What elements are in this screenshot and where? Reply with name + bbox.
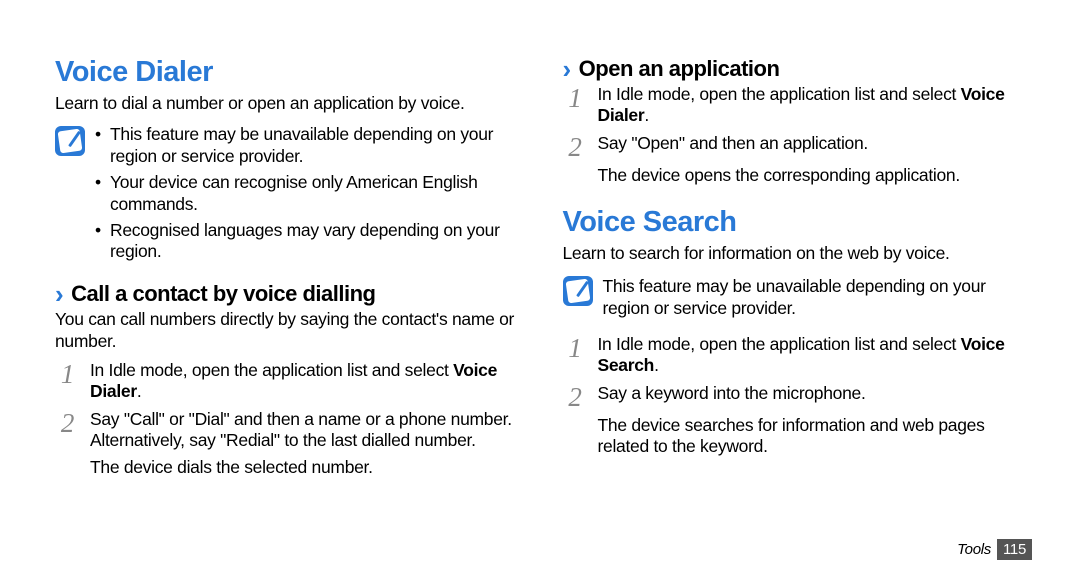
chevron-right-icon: › [55,281,63,307]
heading-voice-search: Voice Search [563,206,1036,239]
left-column: Voice Dialer Learn to dial a number or o… [55,56,528,485]
step-text: . [654,355,659,375]
subheading-text: Open an application [579,56,780,82]
step-1: 1 In Idle mode, open the application lis… [563,84,1036,127]
step-number: 2 [563,383,588,409]
subheading-call-contact: › Call a contact by voice dialling [55,281,528,307]
note-bullet: •Recognised languages may vary depending… [95,220,528,264]
lead-voice-search: Learn to search for information on the w… [563,243,1036,264]
note-box: This feature may be unavailable dependin… [563,274,1036,320]
note-icon [563,276,593,306]
step-2: 2 Say a keyword into the microphone. [563,383,1036,409]
step-continuation: The device dials the selected number. [90,457,528,478]
step-body: In Idle mode, open the application list … [598,84,1036,127]
manual-page: Voice Dialer Learn to dial a number or o… [0,0,1080,515]
footer-section: Tools [957,541,991,558]
heading-voice-dialer: Voice Dialer [55,56,528,89]
chevron-right-icon: › [563,56,571,82]
step-body: In Idle mode, open the application list … [598,334,1036,377]
subheading-text: Call a contact by voice dialling [71,281,375,307]
step-text: In Idle mode, open the application list … [598,334,961,354]
note-bullet: •Your device can recognise only American… [95,172,528,216]
note-text: Recognised languages may vary depending … [110,220,528,264]
step-body: Say a keyword into the microphone. [598,383,866,409]
step-text: In Idle mode, open the application list … [90,360,453,380]
right-column: › Open an application 1 In Idle mode, op… [563,56,1036,485]
step-number: 1 [563,334,588,377]
step-body: Say "Open" and then an application. [598,133,868,159]
note-text: This feature may be unavailable dependin… [110,124,528,168]
step-body: Say "Call" or "Dial" and then a name or … [90,409,528,452]
footer-page-number: 115 [997,539,1032,560]
step-number: 2 [55,409,80,452]
step-1: 1 In Idle mode, open the application lis… [55,360,528,403]
step-continuation: The device opens the corresponding appli… [598,165,1036,186]
note-bullet-list: •This feature may be unavailable dependi… [95,124,528,267]
lead-voice-dialer: Learn to dial a number or open an applic… [55,93,528,114]
note-box: •This feature may be unavailable dependi… [55,124,528,267]
subheading-open-application: › Open an application [563,56,1036,82]
step-2: 2 Say "Open" and then an application. [563,133,1036,159]
page-footer: Tools 115 [957,539,1032,560]
step-number: 2 [563,133,588,159]
note-bullet: •This feature may be unavailable dependi… [95,124,528,168]
step-number: 1 [55,360,80,403]
step-number: 1 [563,84,588,127]
step-text: . [644,105,649,125]
step-continuation: The device searches for information and … [598,415,1036,458]
step-text: . [137,381,142,401]
note-text: Your device can recognise only American … [110,172,528,216]
step-1: 1 In Idle mode, open the application lis… [563,334,1036,377]
step-2: 2 Say "Call" or "Dial" and then a name o… [55,409,528,452]
step-text: In Idle mode, open the application list … [598,84,961,104]
note-text: This feature may be unavailable dependin… [603,274,1036,320]
step-body: In Idle mode, open the application list … [90,360,528,403]
paragraph: You can call numbers directly by saying … [55,309,528,352]
note-icon [55,126,85,156]
